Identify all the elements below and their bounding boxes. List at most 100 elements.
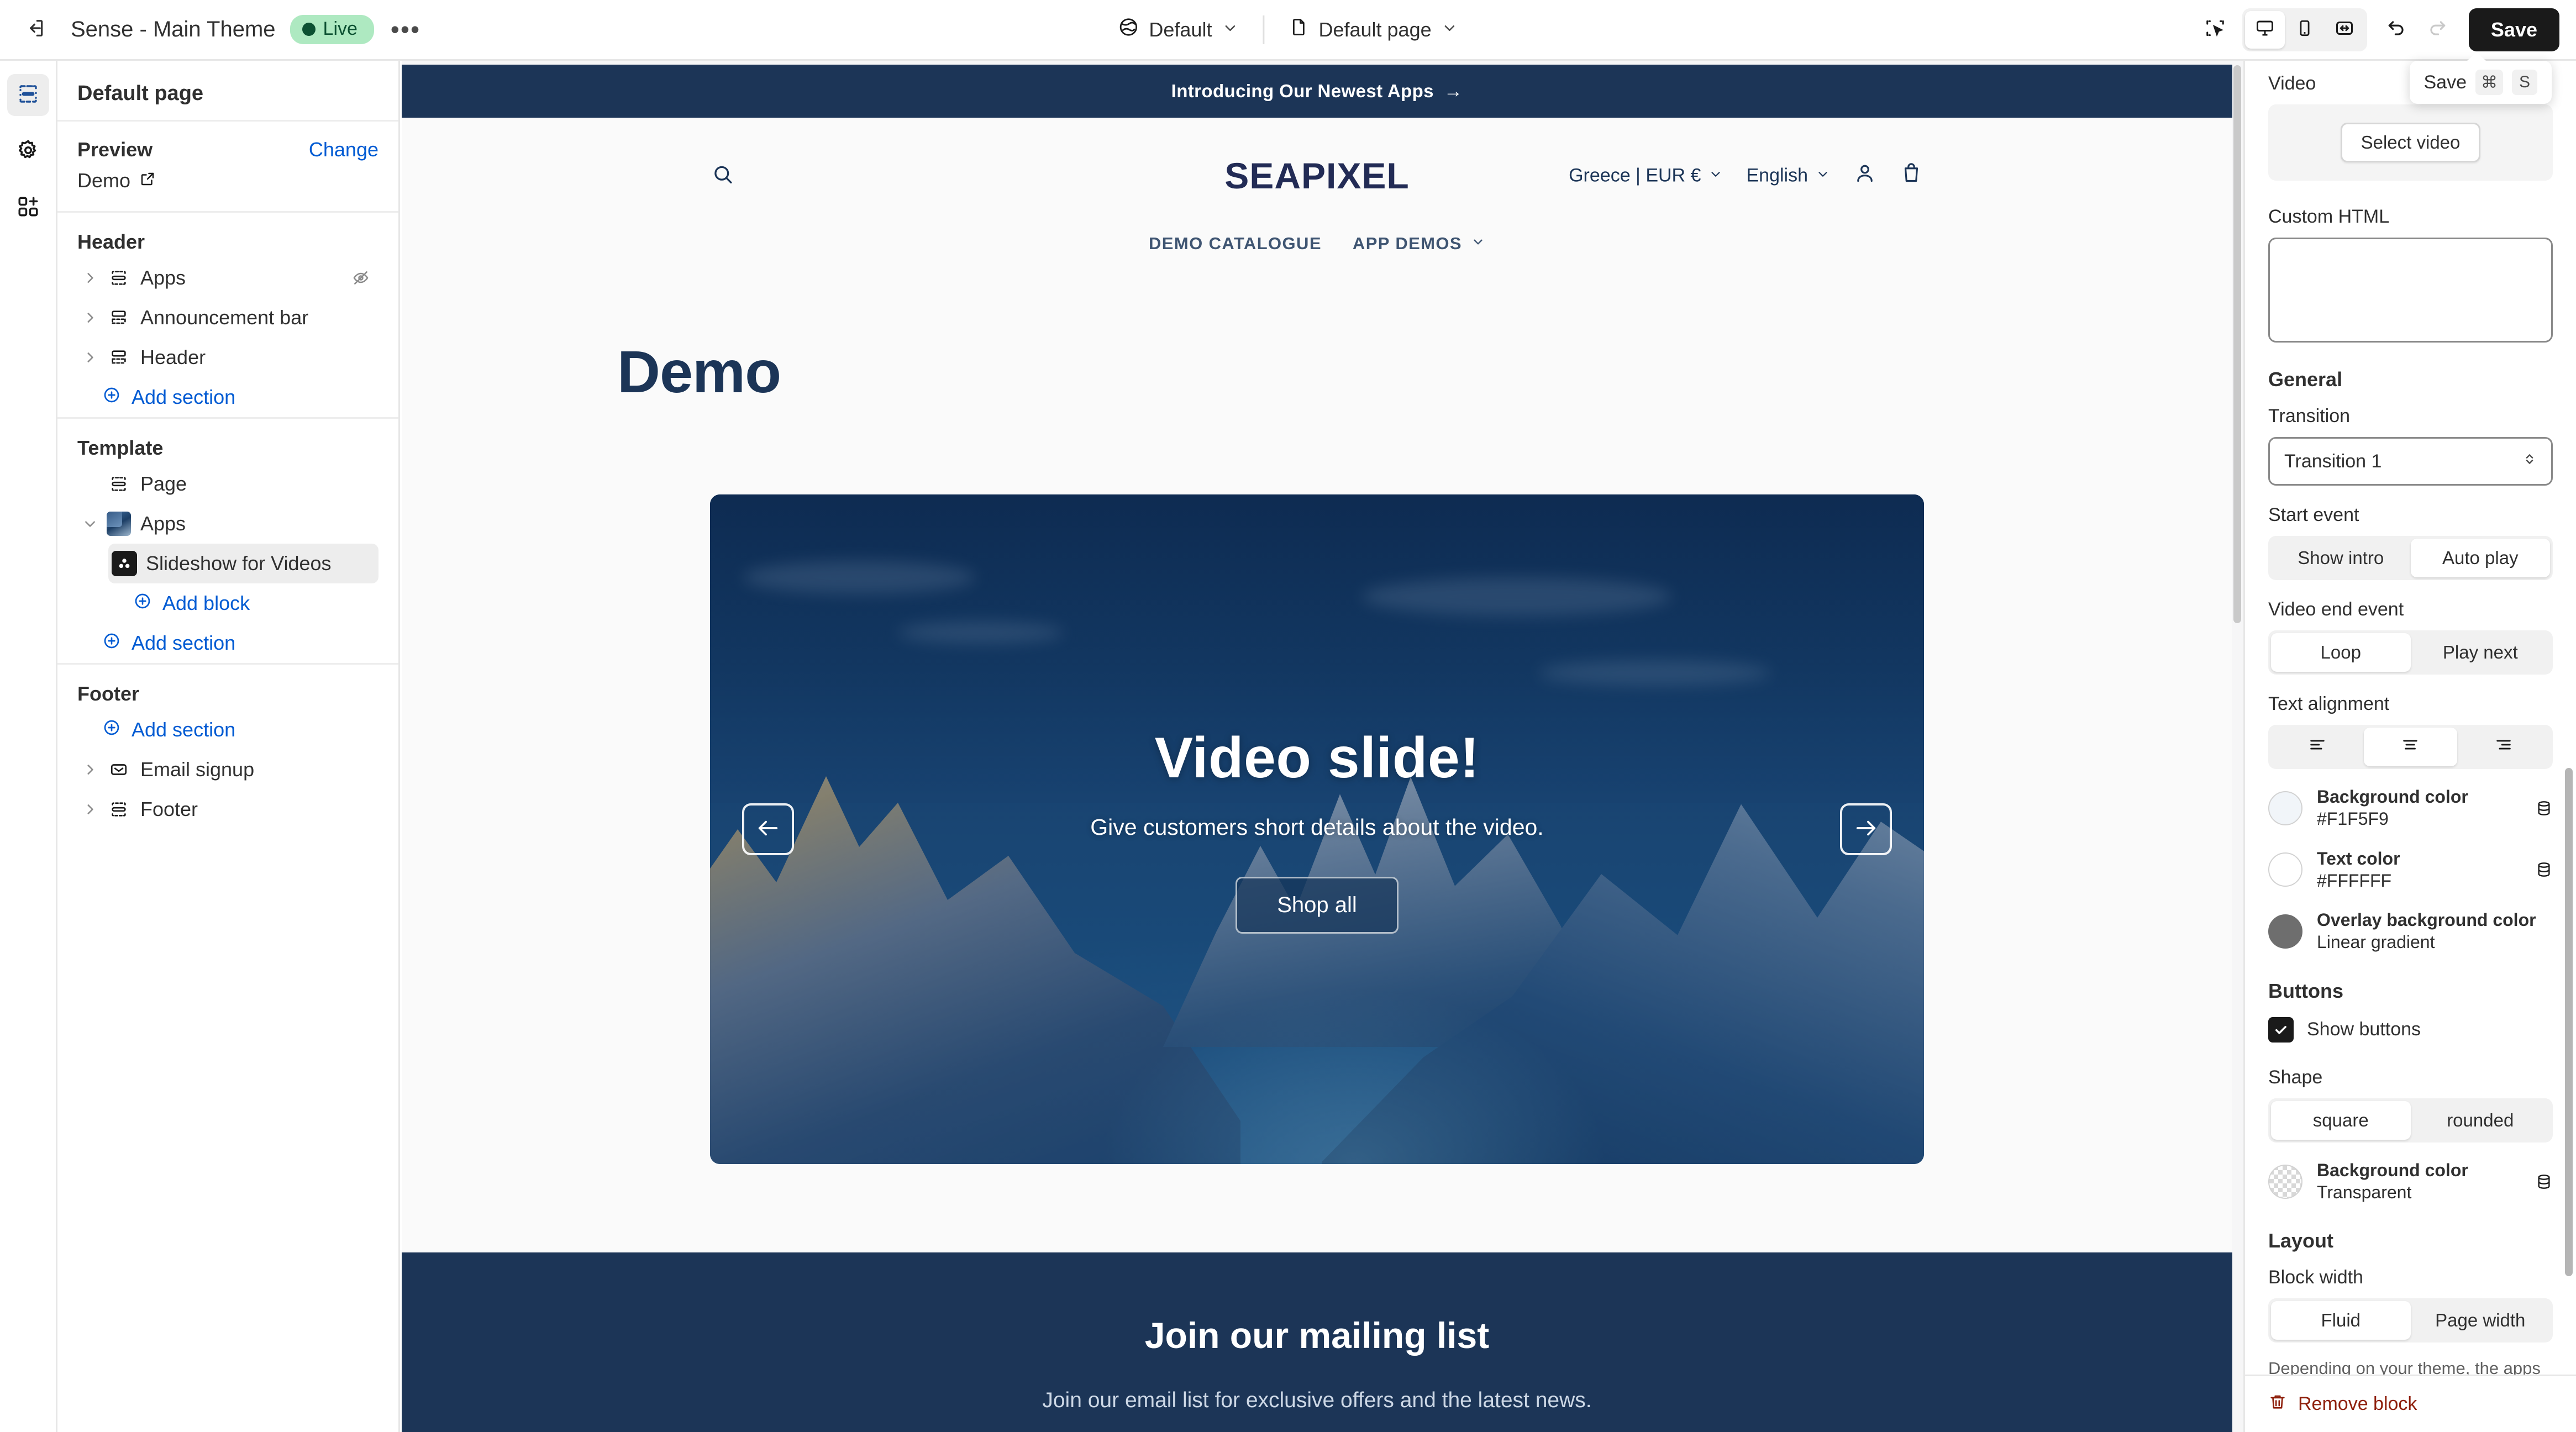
transition-select[interactable]: Transition 1 [2268, 437, 2553, 486]
chevron-right-icon[interactable] [77, 762, 103, 777]
mobile-view-button[interactable] [2285, 11, 2325, 49]
preview-demo-link[interactable]: Demo [77, 161, 378, 211]
live-dot-icon [302, 22, 316, 36]
video-end-event-play-next[interactable]: Play next [2411, 633, 2551, 672]
overlay-background-color-text: Overlay background color Linear gradient [2317, 909, 2553, 954]
canvas-scrollbar[interactable] [2233, 65, 2241, 623]
show-buttons-checkbox[interactable] [2268, 1017, 2294, 1043]
block-width-page-width-button[interactable]: Page width [2411, 1301, 2551, 1340]
sidebar-item-announcement-bar[interactable]: Announcement bar [77, 298, 378, 338]
sidebar-item-header[interactable]: Header [77, 338, 378, 377]
page-selector[interactable]: Default page [1276, 10, 1470, 49]
sidebar-item-footer[interactable]: Footer [77, 789, 378, 829]
select-tool-button[interactable] [2195, 9, 2236, 50]
store-logo[interactable]: SEAPIXEL [1224, 155, 1409, 197]
sidebar-item-apps-template[interactable]: Apps [77, 504, 378, 544]
eye-off-icon[interactable] [352, 269, 370, 287]
add-section-header-button[interactable]: Add section [103, 377, 378, 417]
desktop-view-button[interactable] [2244, 10, 2285, 49]
rail-sections-button[interactable] [7, 74, 49, 116]
sidebar-item-apps-header[interactable]: Apps [77, 258, 378, 298]
background-color-swatch[interactable] [2268, 791, 2302, 825]
start-event-show-intro[interactable]: Show intro [2271, 539, 2411, 577]
background-color-name: Background color [2317, 787, 2468, 807]
rail-settings-button[interactable] [7, 130, 49, 172]
align-right-button[interactable] [2457, 728, 2550, 766]
sidebar-item-email-signup[interactable]: Email signup [77, 750, 378, 789]
arrow-right-icon: → [1443, 80, 1463, 102]
section-apps-icon [103, 475, 135, 493]
shape-rounded-button[interactable]: rounded [2411, 1101, 2551, 1140]
block-width-fluid-button[interactable]: Fluid [2271, 1301, 2411, 1340]
section-icon [103, 348, 135, 367]
exit-editor-button[interactable] [15, 10, 55, 50]
mailing-subheading: Join our email list for exclusive offers… [1042, 1388, 1592, 1412]
nav-label: DEMO CATALOGUE [1148, 234, 1322, 253]
store-search-button[interactable] [711, 163, 734, 189]
sidebar-item-page[interactable]: Page [77, 464, 378, 504]
chevron-right-icon[interactable] [77, 802, 103, 817]
video-slide: Video slide! Give customers short detail… [710, 494, 1924, 1164]
app-embeds-icon [17, 195, 40, 221]
text-color-swatch[interactable] [2268, 852, 2302, 887]
text-color-name: Text color [2317, 848, 2400, 868]
database-icon[interactable] [2535, 799, 2553, 817]
full-width-icon [2335, 18, 2354, 41]
nav-demo-catalogue[interactable]: DEMO CATALOGUE [1149, 234, 1322, 254]
nav-app-demos[interactable]: APP DEMOS [1353, 234, 1485, 254]
chevron-down-icon[interactable] [77, 517, 103, 531]
chevron-right-icon[interactable] [77, 271, 103, 285]
market-selector[interactable]: Default [1106, 10, 1250, 49]
slide-next-button[interactable] [1840, 803, 1892, 855]
video-end-event-loop[interactable]: Loop [2271, 633, 2411, 672]
external-link-icon [139, 169, 156, 192]
slide-prev-button[interactable] [742, 803, 794, 855]
chevron-right-icon[interactable] [77, 310, 103, 325]
settings-scrollbar[interactable] [2565, 768, 2573, 1276]
sections-icon [17, 82, 40, 108]
sidebar-block-slideshow-for-videos[interactable]: Slideshow for Videos [108, 544, 378, 583]
shape-square-button[interactable]: square [2271, 1101, 2411, 1140]
redo-icon [2427, 18, 2448, 41]
chevron-right-icon[interactable] [77, 350, 103, 365]
add-block-button[interactable]: Add block [134, 583, 378, 623]
block-settings-panel: Video Select video Custom HTML General T… [2243, 61, 2576, 1432]
rail-app-embeds-button[interactable] [7, 187, 49, 229]
custom-html-textarea[interactable] [2268, 238, 2553, 343]
store-page-heading: Demo [617, 338, 781, 405]
language-selector[interactable]: English [1746, 165, 1830, 187]
slide-shop-all-button[interactable]: Shop all [1236, 876, 1399, 934]
show-buttons-label: Show buttons [2307, 1019, 2421, 1040]
video-dropzone[interactable]: Select video [2268, 104, 2553, 181]
save-tooltip-label: Save [2423, 71, 2467, 93]
database-icon[interactable] [2535, 861, 2553, 878]
trash-icon [2268, 1392, 2287, 1416]
align-right-icon [2494, 735, 2513, 759]
remove-block-button[interactable]: Remove block [2268, 1392, 2417, 1416]
add-section-template-button[interactable]: Add section [103, 623, 378, 663]
chevron-down-icon [1471, 234, 1485, 254]
fullwidth-view-button[interactable] [2325, 11, 2364, 49]
preview-change-link[interactable]: Change [309, 138, 378, 161]
align-center-button[interactable] [2364, 728, 2457, 766]
align-left-button[interactable] [2271, 728, 2364, 766]
select-video-button[interactable]: Select video [2340, 123, 2481, 162]
slideshow-app-icon [112, 551, 137, 576]
account-button[interactable] [1853, 162, 1876, 190]
button-background-color-swatch[interactable] [2268, 1164, 2302, 1199]
overlay-background-color-swatch[interactable] [2268, 914, 2302, 949]
show-buttons-row[interactable]: Show buttons [2268, 1017, 2553, 1043]
redo-button[interactable] [2417, 9, 2458, 50]
undo-button[interactable] [2376, 9, 2417, 50]
country-currency-selector[interactable]: Greece | EUR € [1569, 165, 1723, 187]
add-section-footer-button[interactable]: Add section [103, 710, 378, 750]
align-center-icon [2401, 735, 2420, 759]
chevron-down-icon [1816, 165, 1830, 187]
database-icon[interactable] [2535, 1173, 2553, 1191]
announcement-bar[interactable]: Introducing Our Newest Apps → [402, 65, 2232, 118]
more-options-button[interactable]: ••• [386, 10, 425, 49]
buttons-section-title: Buttons [2268, 979, 2343, 1002]
save-button[interactable]: Save [2468, 8, 2559, 51]
cart-button[interactable] [1900, 162, 1923, 190]
start-event-auto-play[interactable]: Auto play [2410, 539, 2550, 577]
